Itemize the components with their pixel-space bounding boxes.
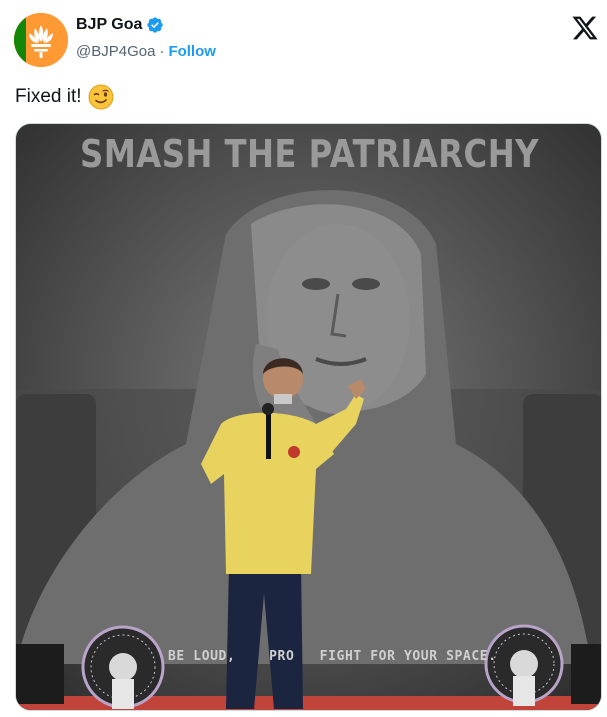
author-display-name[interactable]: BJP Goa — [76, 16, 142, 34]
author-handle-row: @BJP4Goa · Follow — [76, 43, 216, 60]
tweet-header: BJP Goa @BJP4Goa · Follow — [0, 0, 607, 70]
tweet-text-content: Fixed it! — [15, 86, 82, 107]
left-stage-fan — [81, 625, 165, 709]
stage-photo — [16, 124, 601, 710]
banner-subtitle: BE LOUD, PRO FIGHT FOR YOUR SPACE. — [168, 649, 497, 664]
tweet-text: Fixed it! — [15, 84, 114, 110]
verified-badge-icon — [147, 17, 164, 33]
winking-face-emoji — [88, 84, 114, 110]
follow-button[interactable]: Follow — [168, 43, 216, 60]
x-logo-icon[interactable] — [571, 14, 599, 42]
author-handle[interactable]: @BJP4Goa — [76, 43, 155, 60]
banner-title: SMASH THE PATRIARCHY — [80, 132, 539, 176]
avatar[interactable] — [14, 13, 68, 67]
bjp-lotus-logo — [14, 13, 68, 67]
tweet-media-image[interactable]: SMASH THE PATRIARCHY BE LOUD, PRO FIGHT … — [15, 123, 602, 711]
author-name-row: BJP Goa — [76, 16, 164, 34]
separator-dot: · — [159, 43, 165, 60]
